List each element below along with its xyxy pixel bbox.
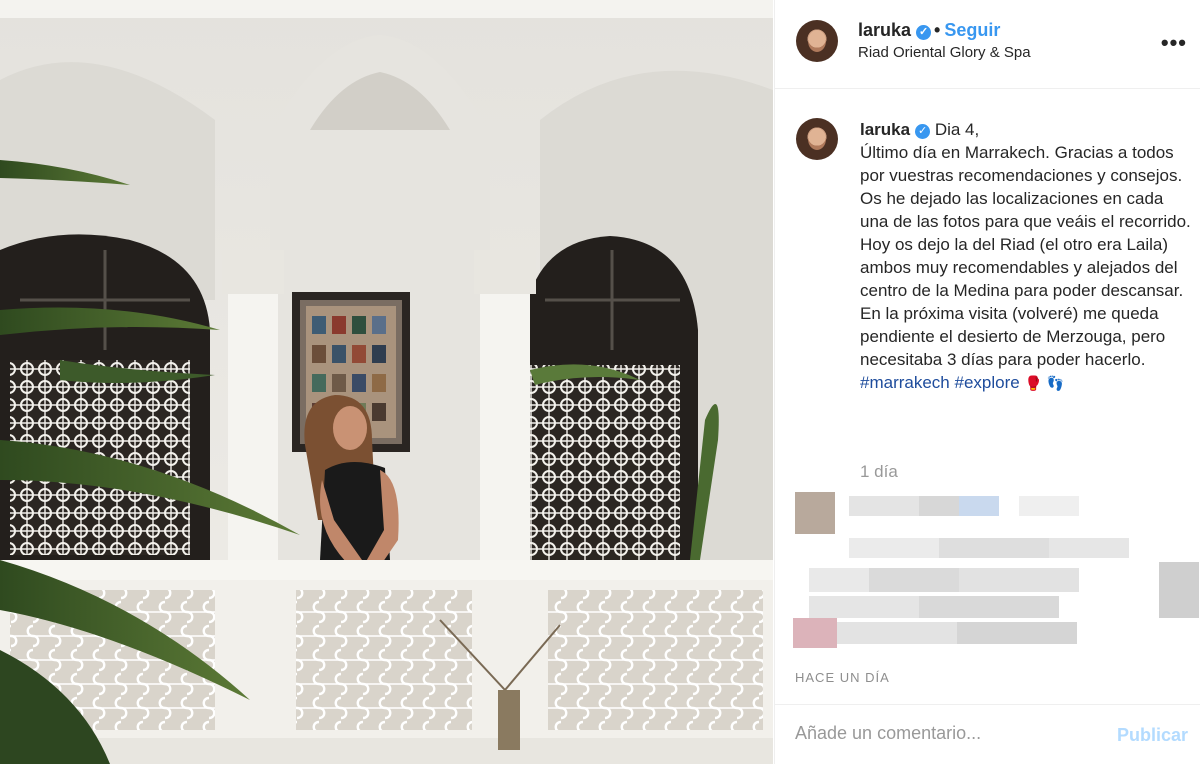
comment-bar: Publicar xyxy=(775,704,1200,765)
post-sidebar: laruka ✓ • Seguir Riad Oriental Glory & Spa… xyxy=(774,0,1200,764)
boxing-glove-emoji: 🥊 xyxy=(1024,375,1042,391)
caption-username[interactable]: laruka xyxy=(860,120,910,139)
avatar[interactable] xyxy=(796,20,838,62)
more-options-icon[interactable]: ••• xyxy=(1161,30,1187,56)
location-link[interactable]: Riad Oriental Glory & Spa xyxy=(858,44,1031,61)
publish-button[interactable]: Publicar xyxy=(1117,725,1188,746)
separator-dot: • xyxy=(934,20,941,40)
verified-badge-icon: ✓ xyxy=(915,124,931,139)
riad-balcony-image xyxy=(0,0,773,764)
post-header: laruka ✓ • Seguir Riad Oriental Glory & Spa… xyxy=(775,0,1200,89)
header-user-line: laruka ✓ • Seguir xyxy=(858,20,1000,41)
comment-input[interactable] xyxy=(795,723,1095,744)
post-photo[interactable] xyxy=(0,0,773,764)
post-timestamp: HACE UN DÍA xyxy=(795,670,890,685)
username-link[interactable]: laruka xyxy=(858,20,911,40)
caption: laruka ✓ Dia 4, Último día en Marrakech. … xyxy=(860,118,1195,395)
caption-time: 1 día xyxy=(860,462,898,481)
hashtag-link[interactable]: #explore xyxy=(955,373,1020,392)
caption-avatar[interactable] xyxy=(796,118,838,160)
verified-badge-icon: ✓ xyxy=(916,25,932,40)
follow-button[interactable]: Seguir xyxy=(944,20,1000,40)
pixelated-comments xyxy=(789,488,1200,664)
footprints-emoji: 👣 xyxy=(1046,375,1065,391)
hashtag-link[interactable]: #marrakech xyxy=(860,373,950,392)
caption-text: Dia 4, Último día en Marrakech. Gracias … xyxy=(860,120,1191,369)
